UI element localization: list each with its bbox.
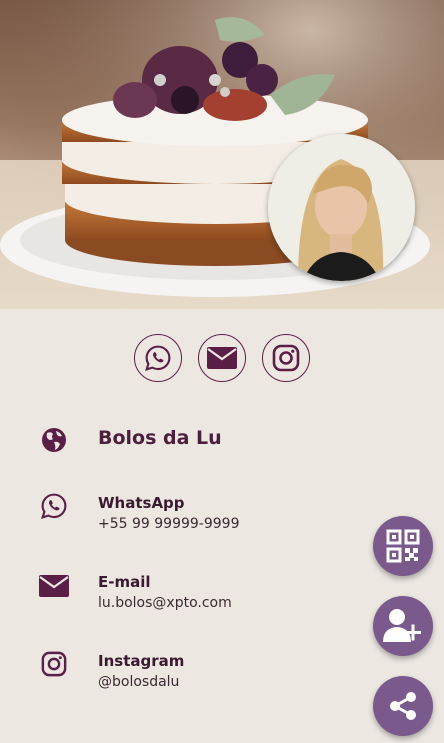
add-contact-button[interactable] [373,596,433,656]
instagram-icon [272,344,300,372]
whatsapp-icon [38,490,70,522]
share-button[interactable] [373,676,433,736]
envelope-icon [207,347,237,369]
email-button[interactable] [198,334,246,382]
qr-code-button[interactable] [373,516,433,576]
add-user-icon [383,609,421,642]
envelope-icon [38,570,70,602]
cover-photo [0,0,444,309]
instagram-label: Instagram [98,652,185,670]
whatsapp-number[interactable]: +55 99 99999-9999 [98,516,239,532]
profile-photo [268,134,415,281]
qr-code-icon [386,529,420,563]
instagram-handle[interactable]: @bolosdalu [98,674,179,690]
email-address[interactable]: lu.bolos@xpto.com [98,595,232,611]
whatsapp-icon [145,345,171,371]
whatsapp-button[interactable] [134,334,182,382]
email-label: E-mail [98,573,151,591]
share-icon [390,692,416,720]
person-portrait [268,134,415,281]
instagram-button[interactable] [262,334,310,382]
instagram-icon [38,648,70,680]
whatsapp-label: WhatsApp [98,494,185,512]
business-name: Bolos da Lu [98,427,222,449]
globe-icon [38,424,70,456]
